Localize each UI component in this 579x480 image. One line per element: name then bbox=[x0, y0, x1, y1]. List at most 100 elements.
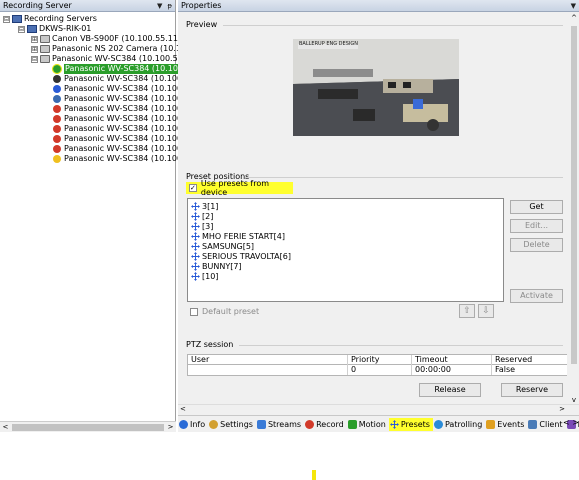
preset-item[interactable]: [2] bbox=[191, 212, 213, 221]
patrolling-icon bbox=[433, 419, 443, 429]
pin-icon[interactable]: ᵽ bbox=[167, 2, 172, 10]
tree-device[interactable]: Panasonic WV-SC384 (10.100.53. bbox=[53, 84, 197, 94]
activate-button[interactable]: Activate bbox=[510, 289, 563, 303]
tree-device[interactable]: Panasonic WV-SC384 (10.100.53. bbox=[53, 114, 197, 124]
scroll-left-icon[interactable]: < bbox=[0, 423, 11, 431]
use-presets-checkbox[interactable]: ✓ Use presets from device bbox=[186, 179, 293, 197]
tab-events[interactable]: Events bbox=[485, 418, 527, 431]
tree-device-selected[interactable]: Panasonic WV-SC384 (10.100.53 bbox=[52, 64, 197, 74]
preset-item[interactable]: BUNNY[7] bbox=[191, 262, 242, 271]
move-arrows-icon bbox=[191, 272, 200, 281]
preview-title: Preview bbox=[186, 20, 218, 29]
preset-label: BUNNY[7] bbox=[202, 262, 242, 271]
preset-item[interactable]: SERIOUS TRAVOLTA[6] bbox=[191, 252, 291, 261]
move-arrows-icon bbox=[191, 232, 200, 241]
collapse-icon[interactable]: ⊟ bbox=[18, 25, 25, 33]
hardware-icon bbox=[40, 55, 50, 63]
scroll-thumb[interactable] bbox=[11, 423, 165, 431]
info-icon bbox=[179, 419, 188, 429]
preset-item[interactable]: [10] bbox=[191, 272, 218, 281]
cell-user bbox=[188, 365, 348, 375]
scroll-up-icon[interactable]: ^ bbox=[569, 14, 579, 22]
column-header: Timeout bbox=[412, 355, 492, 365]
tab-prev-icon[interactable]: < bbox=[563, 418, 570, 427]
streams-icon bbox=[256, 419, 266, 429]
tab-presets[interactable]: Presets bbox=[388, 417, 433, 431]
move-up-button[interactable]: ⇧ bbox=[459, 304, 475, 318]
preset-list[interactable]: 3[1] [2] [3] MHO FERIE START[4] SAMSUNG[… bbox=[187, 198, 504, 302]
expand-icon[interactable]: ⊞ bbox=[31, 45, 38, 53]
tab-record[interactable]: Record bbox=[304, 418, 347, 431]
tab-label: Presets bbox=[400, 419, 430, 429]
dropdown-icon[interactable]: ▼ bbox=[571, 2, 576, 10]
get-button[interactable]: Get bbox=[510, 200, 563, 214]
tab-next-icon[interactable]: > bbox=[572, 418, 579, 427]
scroll-thumb[interactable] bbox=[571, 26, 577, 364]
collapse-icon[interactable]: ⊟ bbox=[3, 15, 10, 23]
tree-device[interactable]: Panasonic WV-SC384 (10.100.53. bbox=[53, 144, 197, 154]
column-header: Priority bbox=[348, 355, 412, 365]
preset-label: SAMSUNG[5] bbox=[202, 242, 255, 251]
tab-client[interactable]: Client bbox=[527, 418, 565, 431]
table-row[interactable]: 0 00:00:00 False bbox=[187, 365, 567, 376]
tree-server[interactable]: ⊟ DKWS-RIK-01 bbox=[18, 24, 91, 34]
preset-item[interactable]: MHO FERIE START[4] bbox=[191, 232, 285, 241]
tab-info[interactable]: Info bbox=[178, 418, 208, 431]
divider bbox=[223, 25, 563, 26]
input-icon bbox=[53, 135, 61, 143]
preview-overlay-text: BALLERUP ENG DESIGN bbox=[299, 41, 358, 47]
tab-label: Patrolling bbox=[444, 419, 483, 429]
move-arrows-icon bbox=[191, 242, 200, 251]
tree-device[interactable]: Panasonic WV-SC384 (10.100.53. bbox=[53, 124, 197, 134]
dropdown-icon[interactable]: ▼ bbox=[157, 2, 162, 10]
delete-button[interactable]: Delete bbox=[510, 238, 563, 252]
tab-patrolling[interactable]: Patrolling bbox=[433, 418, 485, 431]
scroll-down-icon[interactable]: v bbox=[569, 396, 579, 404]
preset-label: MHO FERIE START[4] bbox=[202, 232, 285, 241]
collapse-icon[interactable]: ⊟ bbox=[31, 55, 38, 63]
tab-motion[interactable]: Motion bbox=[347, 418, 389, 431]
checkbox-icon[interactable] bbox=[190, 307, 198, 316]
preset-item[interactable]: SAMSUNG[5] bbox=[191, 242, 254, 251]
tree-hardware[interactable]: ⊞ Canon VB-S900F (10.100.55.117) bbox=[31, 34, 186, 44]
expand-icon[interactable]: ⊞ bbox=[31, 35, 38, 43]
scroll-right-icon[interactable]: > bbox=[559, 405, 565, 413]
tree-horizontal-scrollbar[interactable]: < > bbox=[0, 421, 176, 432]
settings-icon bbox=[209, 419, 219, 429]
properties-vertical-scrollbar[interactable]: ^ v bbox=[569, 14, 579, 404]
tree-device-label: Panasonic WV-SC384 (10.100.53 bbox=[64, 64, 197, 74]
scroll-left-icon[interactable]: < bbox=[180, 405, 186, 413]
tree-hardware[interactable]: ⊟ Panasonic WV-SC384 (10.100.53.65) bbox=[31, 54, 199, 64]
column-header: User bbox=[188, 355, 348, 365]
tree-device[interactable]: Panasonic WV-SC384 (10.100.53. bbox=[53, 134, 197, 144]
metadata-icon bbox=[53, 95, 61, 103]
tree-device[interactable]: Panasonic WV-SC384 (10.100.53. bbox=[53, 104, 197, 114]
properties-horizontal-scrollbar[interactable]: < > bbox=[178, 404, 579, 415]
checkbox-icon[interactable]: ✓ bbox=[189, 184, 197, 192]
tree-device[interactable]: Panasonic WV-SC384 (10.100.53. bbox=[53, 94, 197, 104]
recording-server-header: Recording Server ▼ ᵽ bbox=[0, 0, 175, 12]
tab-settings[interactable]: Settings bbox=[208, 418, 256, 431]
move-down-button[interactable]: ⇩ bbox=[478, 304, 494, 318]
default-preset-label: Default preset bbox=[202, 307, 260, 316]
preset-label: [10] bbox=[202, 272, 219, 281]
preset-item[interactable]: 3[1] bbox=[191, 202, 218, 211]
tab-label: Motion bbox=[358, 419, 386, 429]
divider bbox=[245, 177, 563, 178]
reserve-button[interactable]: Reserve bbox=[501, 383, 563, 397]
hardware-icon bbox=[40, 45, 50, 53]
edit-button[interactable]: Edit... bbox=[510, 219, 563, 233]
tab-streams[interactable]: Streams bbox=[256, 418, 304, 431]
move-arrows-icon bbox=[191, 222, 200, 231]
move-arrows-icon bbox=[191, 252, 200, 261]
default-preset-checkbox[interactable]: Default preset bbox=[190, 307, 259, 316]
tree-hardware[interactable]: ⊞ Panasonic NS 202 Camera (10.100.5 bbox=[31, 44, 199, 54]
scroll-right-icon[interactable]: > bbox=[165, 423, 176, 431]
tree-device[interactable]: Panasonic WV-SC384 (10.100.53. bbox=[53, 154, 197, 164]
preset-item[interactable]: [3] bbox=[191, 222, 213, 231]
tree-device[interactable]: Panasonic WV-SC384 (10.100.53. bbox=[53, 74, 197, 84]
tree-root[interactable]: ⊟ Recording Servers bbox=[3, 14, 97, 24]
tab-label: Client bbox=[539, 419, 563, 429]
release-button[interactable]: Release bbox=[419, 383, 481, 397]
record-icon bbox=[305, 419, 315, 429]
